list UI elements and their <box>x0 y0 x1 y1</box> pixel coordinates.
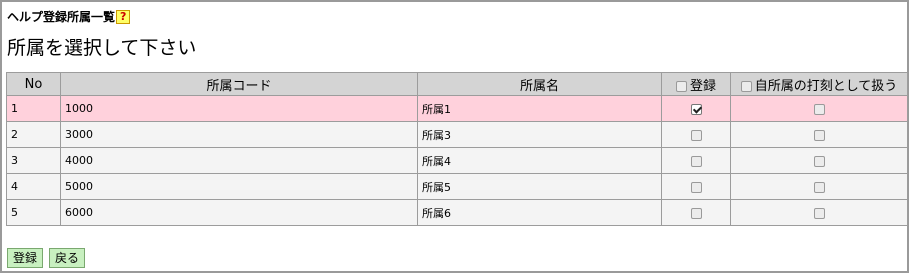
cell-name: 所属4 <box>417 147 662 174</box>
back-button[interactable]: 戻る <box>49 248 86 268</box>
table-row[interactable]: 1 1000 所属1 <box>6 95 908 122</box>
cell-self-stamp <box>730 147 908 174</box>
cell-register <box>661 147 731 174</box>
cell-code: 4000 <box>60 147 418 174</box>
header-title: ヘルプ登録所属一覧 <box>7 10 116 24</box>
register-checkbox[interactable] <box>690 207 702 219</box>
cell-no: 1 <box>6 95 61 122</box>
self-stamp-checkbox[interactable] <box>813 155 825 167</box>
footer-buttons: 登録 戻る <box>7 248 86 268</box>
table-row[interactable]: 4 5000 所属5 <box>6 173 908 200</box>
cell-name: 所属3 <box>417 121 662 148</box>
cell-code: 5000 <box>60 173 418 200</box>
column-header-name: 所属名 <box>417 72 662 96</box>
table-header-row: No 所属コード 所属名 登録 自所属の打刻として扱う <box>6 72 908 96</box>
cell-register <box>661 95 731 122</box>
cell-no: 5 <box>6 199 61 226</box>
register-checkbox[interactable] <box>690 181 702 193</box>
self-stamp-checkbox[interactable] <box>813 181 825 193</box>
self-stamp-all-checkbox[interactable] <box>740 80 752 92</box>
instruction-text: 所属を選択して下さい <box>7 37 197 59</box>
cell-register <box>661 173 731 200</box>
table-row[interactable]: 2 3000 所属3 <box>6 121 908 148</box>
self-stamp-checkbox[interactable] <box>813 207 825 219</box>
help-button[interactable]: ? <box>116 9 131 24</box>
cell-no: 3 <box>6 147 61 174</box>
department-table: No 所属コード 所属名 登録 自所属の打刻として扱う 1 1000 所属1 2 <box>6 72 908 226</box>
register-button[interactable]: 登録 <box>7 248 44 268</box>
cell-code: 3000 <box>60 121 418 148</box>
register-checkbox[interactable] <box>690 103 702 115</box>
table-row[interactable]: 5 6000 所属6 <box>6 199 908 226</box>
cell-self-stamp <box>730 173 908 200</box>
column-header-register-label: 登録 <box>689 78 716 94</box>
cell-self-stamp <box>730 95 908 122</box>
window-frame: ヘルプ登録所属一覧 ? 所属を選択して下さい No 所属コード 所属名 登録 自… <box>0 0 909 273</box>
column-header-self-stamp: 自所属の打刻として扱う <box>730 72 908 96</box>
table-row[interactable]: 3 4000 所属4 <box>6 147 908 174</box>
register-checkbox[interactable] <box>690 129 702 141</box>
cell-self-stamp <box>730 199 908 226</box>
cell-name: 所属6 <box>417 199 662 226</box>
page-header: ヘルプ登録所属一覧 ? <box>7 8 131 25</box>
self-stamp-checkbox[interactable] <box>813 129 825 141</box>
cell-name: 所属1 <box>417 95 662 122</box>
column-header-self-stamp-label: 自所属の打刻として扱う <box>754 78 898 94</box>
cell-no: 2 <box>6 121 61 148</box>
register-all-checkbox[interactable] <box>675 80 687 92</box>
column-header-code: 所属コード <box>60 72 418 96</box>
cell-name: 所属5 <box>417 173 662 200</box>
cell-code: 6000 <box>60 199 418 226</box>
column-header-register: 登録 <box>661 72 731 96</box>
cell-register <box>661 121 731 148</box>
self-stamp-checkbox[interactable] <box>813 103 825 115</box>
cell-self-stamp <box>730 121 908 148</box>
cell-no: 4 <box>6 173 61 200</box>
register-checkbox[interactable] <box>690 155 702 167</box>
column-header-no: No <box>6 72 61 96</box>
cell-register <box>661 199 731 226</box>
cell-code: 1000 <box>60 95 418 122</box>
